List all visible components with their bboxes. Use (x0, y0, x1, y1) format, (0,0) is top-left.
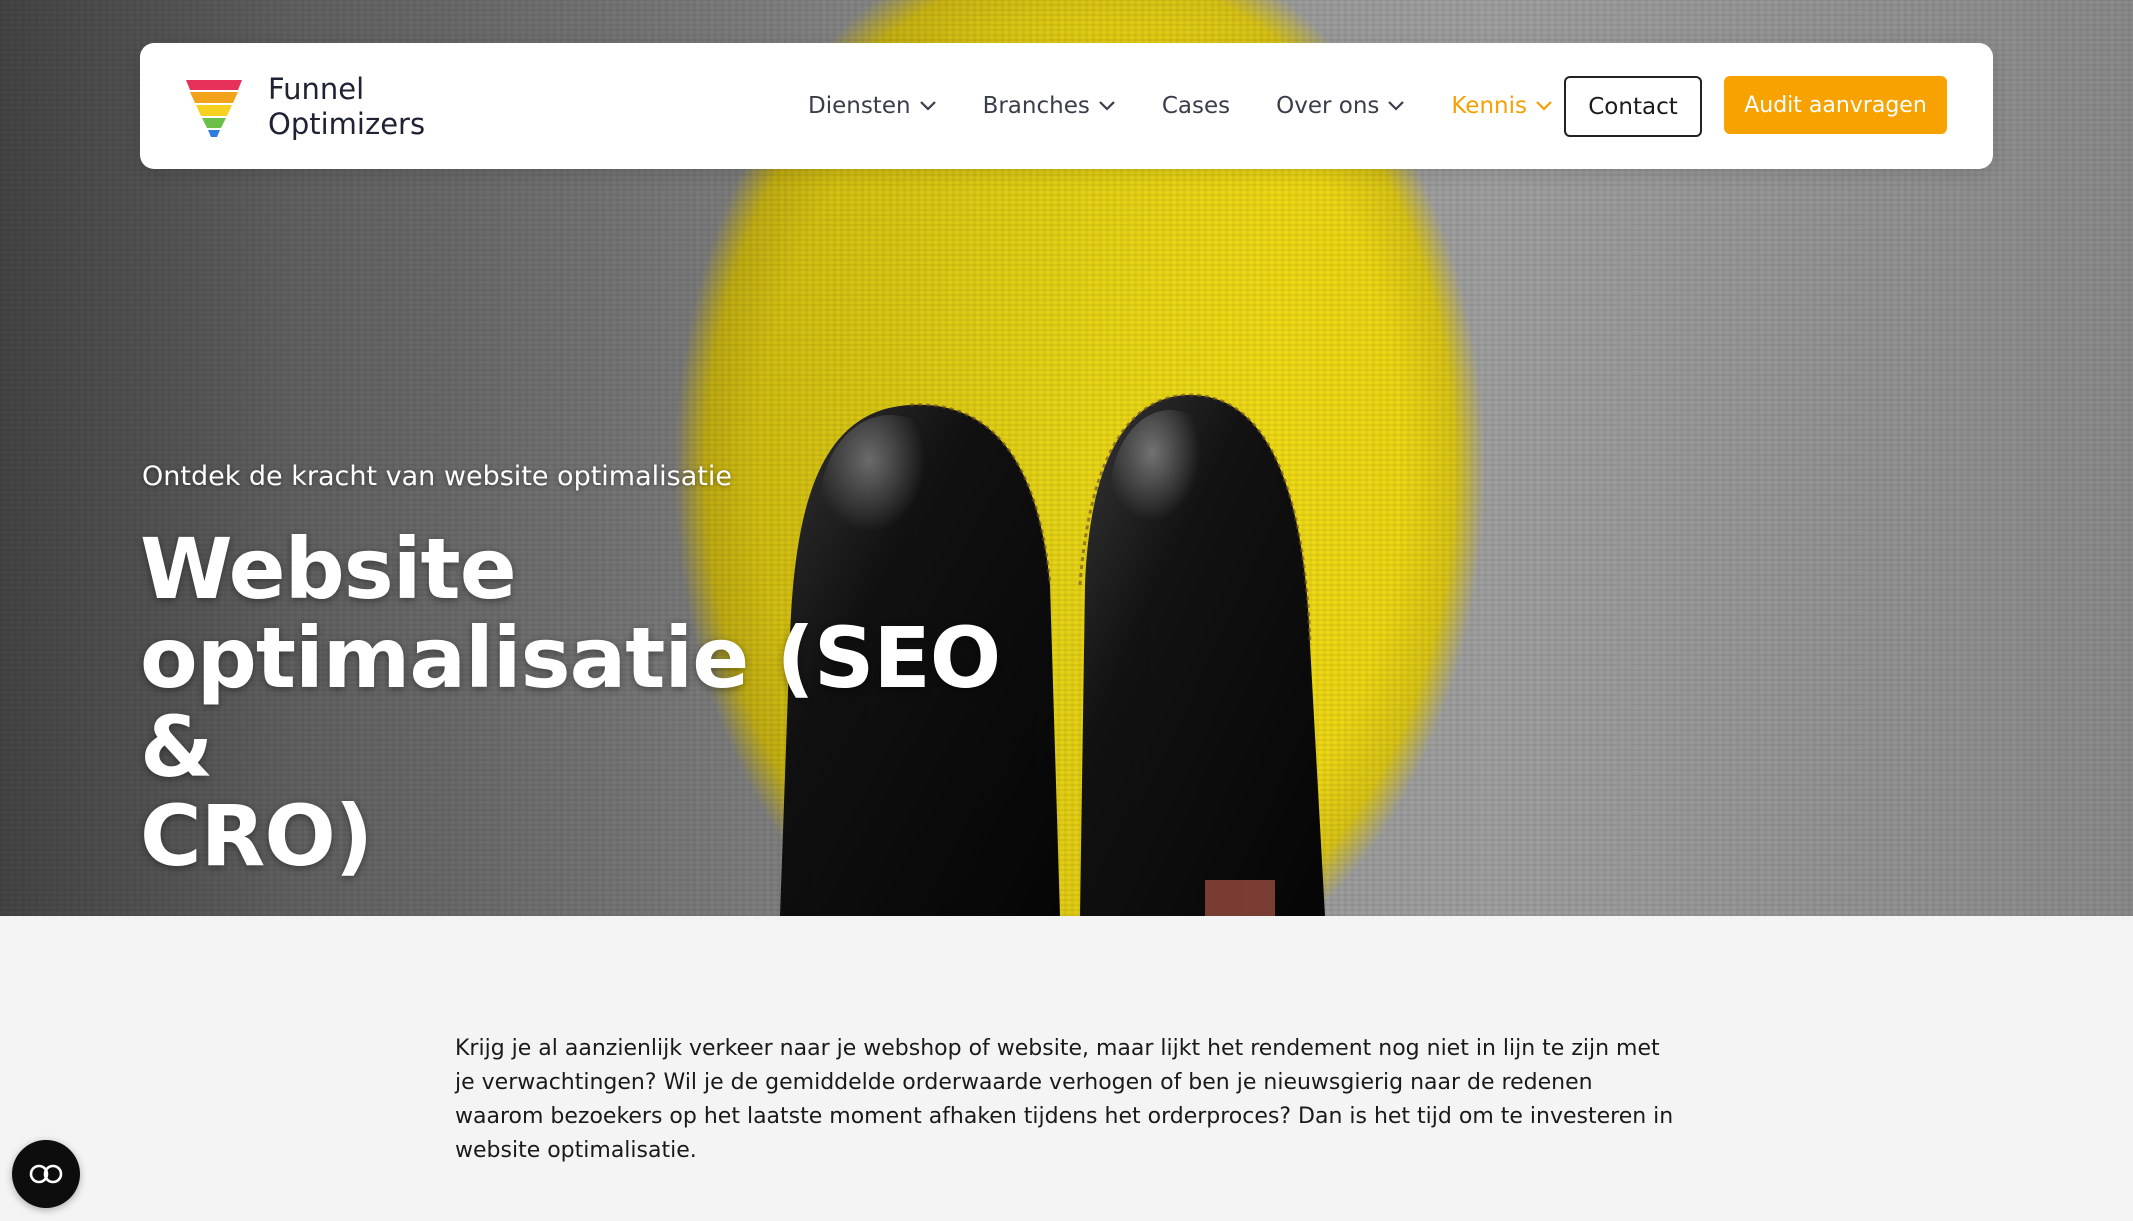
logo-link[interactable]: Funnel Optimizers (184, 71, 425, 143)
brand-name: Funnel Optimizers (268, 72, 425, 142)
accessibility-icon (29, 1164, 63, 1184)
page-title: Website optimalisatie (SEO & CRO) (140, 525, 1100, 881)
intro-paragraph: Krijg je al aanzienlijk verkeer naar je … (455, 1036, 1674, 1163)
hero-subtitle: Ontdek de kracht van website optimalisat… (142, 461, 732, 492)
chevron-down-icon (1388, 101, 1405, 111)
page-title-line3: CRO) (140, 787, 373, 885)
nav-item-branches[interactable]: Branches (983, 93, 1116, 119)
chevron-down-icon (919, 101, 936, 111)
accessibility-button[interactable] (12, 1140, 80, 1208)
nav-item-label: Kennis (1451, 93, 1527, 119)
navbar: Funnel Optimizers Diensten Branches Case… (140, 43, 1993, 169)
nav-item-diensten[interactable]: Diensten (808, 93, 937, 119)
contact-button[interactable]: Contact (1564, 76, 1702, 137)
nav-item-label: Over ons (1276, 93, 1380, 119)
nav-item-label: Diensten (808, 93, 911, 119)
nav-item-label: Branches (982, 93, 1090, 119)
chevron-down-icon (1099, 101, 1115, 111)
nav-item-kennis[interactable]: Kennis (1451, 93, 1553, 119)
brand-name-line2: Optimizers (268, 107, 426, 141)
chevron-down-icon (1536, 101, 1552, 111)
funnel-icon (186, 80, 242, 137)
page-title-line2: optimalisatie (SEO & (140, 609, 1001, 796)
nav-item-label: Cases (1161, 93, 1231, 119)
audit-request-button[interactable]: Audit aanvragen (1724, 76, 1947, 134)
main-nav: Diensten Branches Cases Over ons Kennis (808, 81, 1599, 131)
nav-item-over-ons[interactable]: Over ons (1276, 93, 1405, 119)
brand-name-line1: Funnel (268, 72, 365, 106)
nav-item-cases[interactable]: Cases (1162, 93, 1230, 119)
page-title-line1: Website (140, 520, 517, 618)
